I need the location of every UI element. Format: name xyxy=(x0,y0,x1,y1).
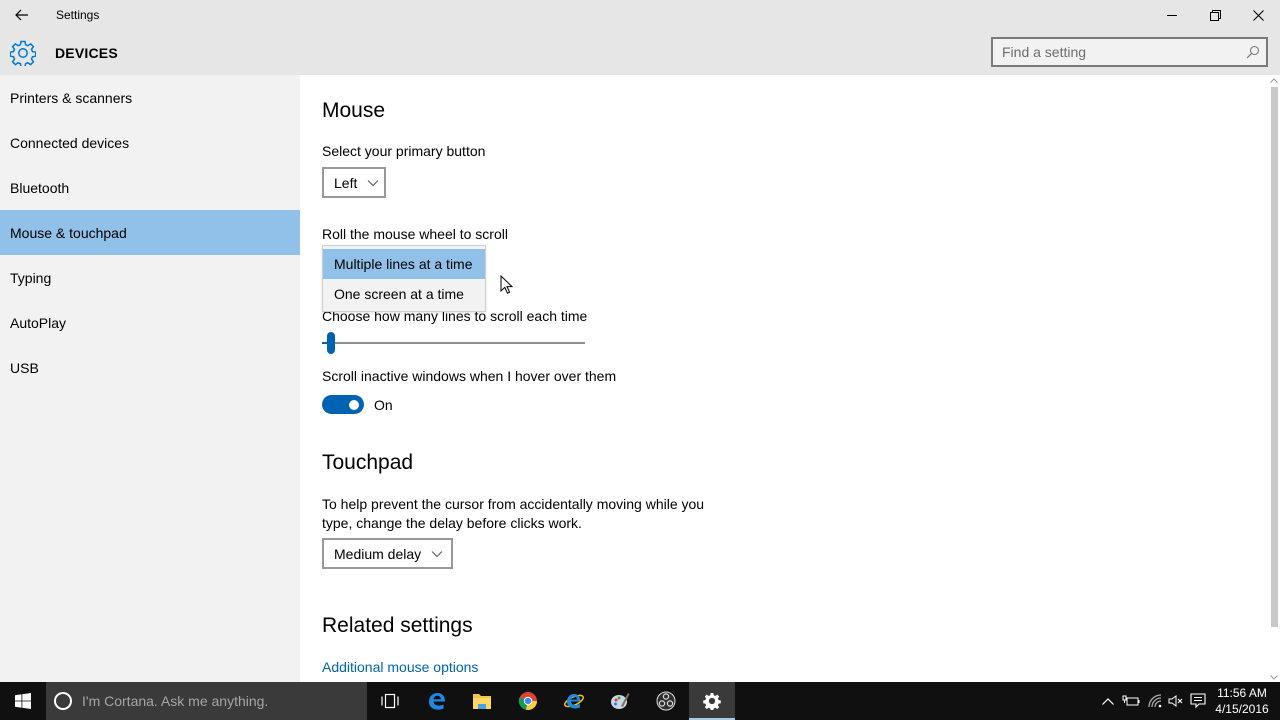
file-explorer-button[interactable] xyxy=(459,682,505,720)
volume-tray-button[interactable] xyxy=(1165,682,1187,720)
sidebar-item-label: Typing xyxy=(10,269,52,286)
primary-button-label: Select your primary button xyxy=(322,143,486,159)
sidebar-item-bluetooth[interactable]: Bluetooth xyxy=(0,165,300,210)
task-view-button[interactable] xyxy=(367,682,413,720)
sidebar-item-connected-devices[interactable]: Connected devices xyxy=(0,120,300,165)
scroll-down-button[interactable] xyxy=(1268,672,1280,682)
toggle-knob xyxy=(349,399,359,410)
start-button[interactable] xyxy=(0,682,46,720)
touchpad-delay-select[interactable]: Medium delay xyxy=(322,538,453,569)
scroll-mode-label: Roll the mouse wheel to scroll xyxy=(322,226,508,242)
sidebar-item-autoplay[interactable]: AutoPlay xyxy=(0,300,300,345)
volume-muted-icon xyxy=(1168,695,1183,707)
mouse-cursor-icon xyxy=(500,275,514,294)
power-tray-button[interactable] xyxy=(1120,682,1142,720)
gear-icon xyxy=(10,40,36,66)
primary-button-value: Left xyxy=(334,174,358,191)
sidebar-item-typing[interactable]: Typing xyxy=(0,255,300,300)
dropdown-option-multiple-lines[interactable]: Multiple lines at a time xyxy=(323,249,485,279)
restore-icon xyxy=(1209,9,1221,21)
chrome-icon xyxy=(518,692,538,711)
settings-header: DEVICES xyxy=(0,30,1280,75)
inactive-scroll-label: Scroll inactive windows when I hover ove… xyxy=(322,368,617,384)
obs-icon xyxy=(656,691,676,711)
minimize-button[interactable] xyxy=(1150,0,1194,30)
search-input[interactable] xyxy=(993,39,1233,65)
sidebar-item-label: Printers & scanners xyxy=(10,89,133,106)
slider-track xyxy=(322,342,585,344)
sidebar-item-usb[interactable]: USB xyxy=(0,345,300,390)
primary-button-select[interactable]: Left xyxy=(322,167,386,198)
back-arrow-icon xyxy=(15,9,28,21)
scroll-up-button[interactable] xyxy=(1268,75,1280,85)
show-hidden-icons-button[interactable] xyxy=(1098,682,1118,720)
power-icon xyxy=(1122,695,1140,706)
taskbar: I'm Cortana. Ask me anything. 11:56 AM 4… xyxy=(0,682,1280,720)
scroll-mode-dropdown[interactable]: Multiple lines at a time One screen at a… xyxy=(322,245,486,312)
inactive-scroll-state: On xyxy=(374,397,393,413)
settings-content: Mouse Select your primary button Left Ro… xyxy=(300,75,1268,682)
paint-button[interactable] xyxy=(597,682,643,720)
additional-mouse-options-link[interactable]: Additional mouse options xyxy=(322,659,478,675)
content-scrollbar[interactable] xyxy=(1268,75,1280,682)
scroll-thumb[interactable] xyxy=(1271,87,1278,627)
related-settings-heading: Related settings xyxy=(322,614,473,637)
mouse-heading: Mouse xyxy=(322,99,386,122)
chevron-down-icon xyxy=(431,550,443,557)
settings-taskbar-button[interactable] xyxy=(689,682,735,720)
scroll-lines-slider[interactable] xyxy=(322,331,585,355)
windows-logo-icon xyxy=(15,693,31,709)
dropdown-option-one-screen[interactable]: One screen at a time xyxy=(323,279,485,309)
chevron-up-icon xyxy=(1270,77,1278,83)
search-icon[interactable] xyxy=(1246,45,1260,59)
edge-icon xyxy=(429,693,445,710)
inactive-scroll-toggle[interactable] xyxy=(322,395,364,414)
slider-thumb[interactable] xyxy=(327,332,336,354)
obs-button[interactable] xyxy=(643,682,689,720)
network-tray-button[interactable] xyxy=(1144,682,1166,720)
back-button[interactable] xyxy=(6,2,38,28)
action-center-button[interactable] xyxy=(1187,682,1209,720)
chevron-down-icon xyxy=(1270,674,1278,680)
clock-time: 11:56 AM xyxy=(1217,686,1267,700)
cortana-search-box[interactable]: I'm Cortana. Ask me anything. xyxy=(46,682,367,720)
touchpad-heading: Touchpad xyxy=(322,451,414,474)
sidebar: Printers & scanners Connected devices Bl… xyxy=(0,75,300,682)
sidebar-item-label: Connected devices xyxy=(10,134,130,151)
title-bar: Settings xyxy=(0,0,1280,30)
action-center-icon xyxy=(1190,693,1206,709)
close-icon xyxy=(1252,9,1264,21)
wifi-icon xyxy=(1148,694,1162,708)
sidebar-item-label: USB xyxy=(10,359,39,376)
sidebar-item-label: Mouse & touchpad xyxy=(10,224,127,241)
edge-button[interactable] xyxy=(414,682,460,720)
file-explorer-icon xyxy=(473,694,491,709)
search-box[interactable] xyxy=(991,37,1268,67)
internet-explorer-icon xyxy=(564,694,584,709)
sidebar-item-printers-scanners[interactable]: Printers & scanners xyxy=(0,75,300,120)
cortana-icon xyxy=(54,692,72,710)
sidebar-item-label: AutoPlay xyxy=(10,314,67,331)
settings-icon xyxy=(703,693,721,710)
restore-button[interactable] xyxy=(1193,0,1237,30)
chevron-down-icon xyxy=(368,179,379,186)
paint-icon xyxy=(611,693,630,709)
minimize-icon xyxy=(1167,15,1177,16)
close-button[interactable] xyxy=(1236,0,1280,30)
taskbar-clock[interactable]: 11:56 AM 4/15/2016 xyxy=(1212,685,1272,717)
sidebar-item-mouse-touchpad[interactable]: Mouse & touchpad xyxy=(0,210,300,255)
task-view-icon xyxy=(381,693,399,709)
chrome-button[interactable] xyxy=(505,682,551,720)
cortana-placeholder: I'm Cortana. Ask me anything. xyxy=(82,693,269,709)
section-title: DEVICES xyxy=(55,45,118,61)
clock-date: 4/15/2016 xyxy=(1215,702,1269,716)
internet-explorer-button[interactable] xyxy=(551,682,597,720)
touchpad-delay-value: Medium delay xyxy=(334,545,422,562)
app-title: Settings xyxy=(56,8,100,22)
touchpad-description: To help prevent the cursor from accident… xyxy=(322,496,705,531)
chevron-up-icon xyxy=(1102,697,1114,705)
sidebar-item-label: Bluetooth xyxy=(10,179,70,196)
